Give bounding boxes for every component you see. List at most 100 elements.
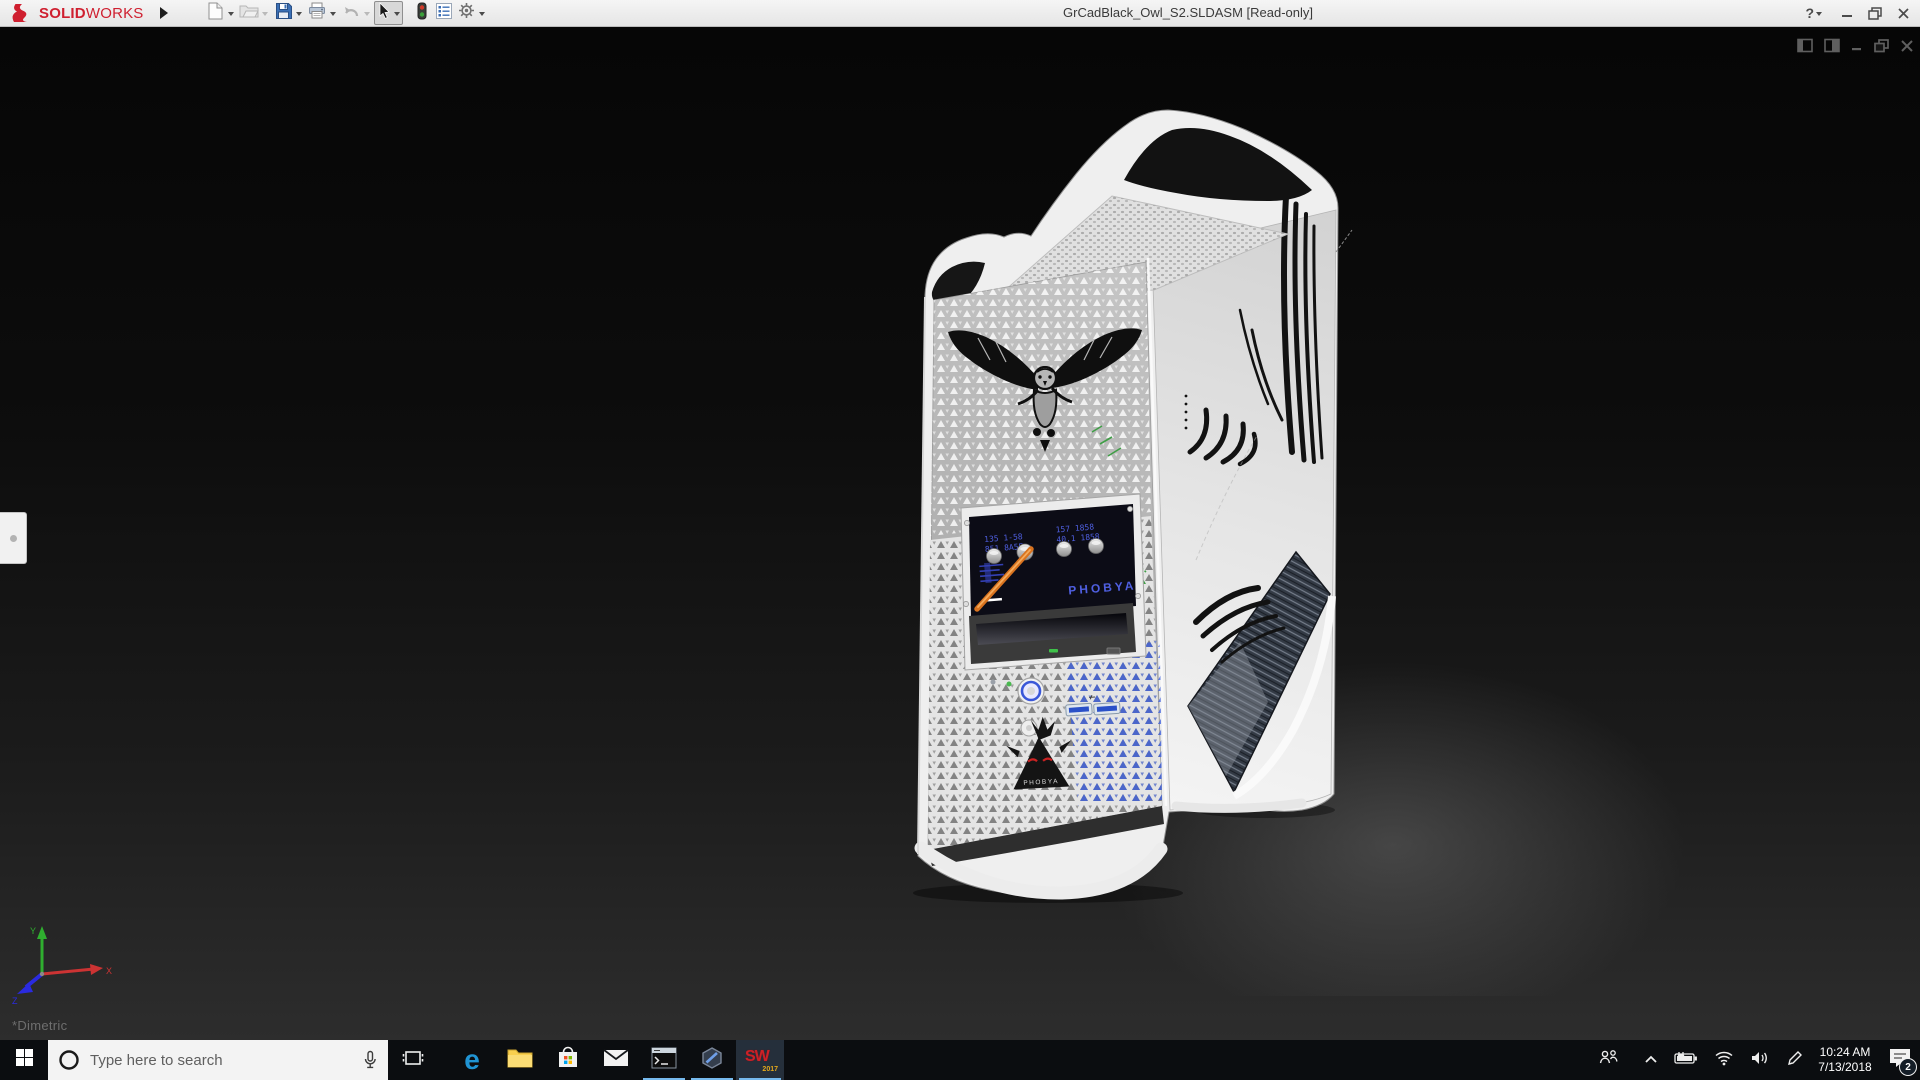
taskbar-item-file-explorer[interactable]: [496, 1040, 544, 1080]
right-skid-foot: [1176, 803, 1302, 808]
dashed-mark-top-right: [1336, 230, 1352, 252]
taskbar: e SW 2017 10:24 AM 7/: [0, 1040, 1920, 1080]
new-dropdown-caret[interactable]: [228, 12, 234, 16]
help-button[interactable]: ?: [1805, 5, 1826, 21]
file-properties-button[interactable]: [433, 2, 455, 24]
search-input[interactable]: [88, 1051, 317, 1070]
orientation-triad[interactable]: Y X Z: [8, 922, 118, 1006]
edge-icon: e: [464, 1046, 480, 1074]
drive-led: [1049, 649, 1058, 653]
options-button[interactable]: [455, 2, 477, 24]
document-window-controls: [1797, 38, 1914, 53]
help-dropdown-caret[interactable]: [1816, 12, 1822, 16]
solidworks-wordmark: SOLIDWORKS: [39, 5, 144, 22]
start-button[interactable]: [0, 1040, 48, 1080]
doc-restore-button[interactable]: [1874, 39, 1889, 53]
rebuild-traffic-light-icon: [416, 2, 428, 25]
svg-text:X: X: [106, 966, 112, 976]
options-dropdown-caret[interactable]: [479, 12, 485, 16]
store-icon: [557, 1046, 579, 1075]
solidworks-app-icon: SW 2017: [745, 1047, 775, 1073]
notification-count-badge: 2: [1899, 1058, 1917, 1076]
print-icon: [308, 2, 326, 24]
model-canvas[interactable]: 135 1-58 851 8A5E 157 1858 40.1 1858 PHO…: [880, 80, 1400, 930]
triad-x-axis: X: [42, 964, 112, 976]
window-close-button[interactable]: [1897, 7, 1910, 20]
open-dropdown-caret[interactable]: [262, 12, 268, 16]
action-center-button[interactable]: 2: [1880, 1040, 1920, 1080]
pane-toggle-icon-right[interactable]: [1824, 38, 1840, 53]
document-title: GrCadBlack_Owl_S2.SLDASM [Read-only]: [1063, 5, 1313, 20]
file-explorer-icon: [507, 1047, 533, 1073]
select-dropdown-caret[interactable]: [394, 12, 400, 16]
wifi-icon: [1714, 1050, 1734, 1071]
taskbar-clock[interactable]: 10:24 AM 7/13/2018: [1812, 1040, 1878, 1080]
eject-button[interactable]: [1107, 648, 1120, 654]
doc-minimize-button[interactable]: [1851, 40, 1863, 52]
taskbar-item-command-prompt[interactable]: [640, 1040, 688, 1080]
rebuild-button[interactable]: [411, 2, 433, 24]
graphics-area[interactable]: 135 1-58 851 8A5E 157 1858 40.1 1858 PHO…: [0, 26, 1920, 1040]
window-minimize-button[interactable]: [1841, 7, 1853, 19]
hdd-led: [1007, 682, 1012, 687]
save-button[interactable]: [272, 2, 294, 24]
tray-expand-button[interactable]: [1638, 1040, 1664, 1080]
window-restore-button[interactable]: [1868, 7, 1882, 20]
select-cursor-icon: [377, 2, 391, 25]
battery-icon: [1674, 1051, 1699, 1070]
open-button[interactable]: [238, 2, 260, 24]
triad-y-axis: Y: [30, 926, 47, 974]
taskbar-item-store[interactable]: [544, 1040, 592, 1080]
chevron-up-icon: [1644, 1051, 1658, 1069]
pane-toggle-icon-left[interactable]: [1797, 38, 1813, 53]
select-tool-button[interactable]: [374, 1, 403, 25]
task-view-button[interactable]: [390, 1040, 436, 1080]
featuremanager-flyout-tab[interactable]: [0, 512, 27, 564]
print-dropdown-caret[interactable]: [330, 12, 336, 16]
print-button[interactable]: [306, 2, 328, 24]
gear-icon: [458, 2, 475, 24]
windows-logo-icon: [16, 1049, 33, 1071]
open-folder-icon: [239, 3, 259, 24]
new-document-icon: [207, 2, 223, 25]
status-led: [991, 680, 996, 685]
windows-ink-button[interactable]: [1780, 1040, 1810, 1080]
save-dropdown-caret[interactable]: [296, 12, 302, 16]
pen-icon: [1786, 1049, 1804, 1072]
network-button[interactable]: [1708, 1040, 1740, 1080]
taskbar-item-edge[interactable]: e: [448, 1040, 496, 1080]
clock-date: 7/13/2018: [1812, 1060, 1878, 1075]
taskbar-item-solidworks[interactable]: SW 2017: [736, 1040, 784, 1080]
triad-z-axis: Z: [12, 974, 42, 1006]
command-prompt-icon: [651, 1047, 677, 1074]
cortana-icon: [58, 1049, 80, 1071]
taskbar-item-composer[interactable]: [688, 1040, 736, 1080]
clock-time: 10:24 AM: [1812, 1045, 1878, 1060]
solidworks-logo: SOLIDWORKS: [10, 1, 144, 25]
solidworks-logo-icon: [10, 3, 36, 23]
new-document-button[interactable]: [204, 2, 226, 24]
hexagon-app-icon: [700, 1046, 724, 1075]
battery-button[interactable]: [1668, 1040, 1704, 1080]
titlebar: SOLIDWORKS GrCadBla: [0, 0, 1920, 27]
microphone-icon[interactable]: [362, 1050, 378, 1070]
view-orientation-label: *Dimetric: [12, 1018, 67, 1033]
task-view-icon: [402, 1049, 424, 1072]
help-icon: ?: [1805, 5, 1814, 21]
flyout-tab-dot: [10, 535, 17, 542]
undo-button[interactable]: [340, 2, 362, 24]
mail-icon: [603, 1049, 629, 1072]
volume-button[interactable]: [1744, 1040, 1776, 1080]
taskbar-item-mail[interactable]: [592, 1040, 640, 1080]
undo-icon: [342, 3, 360, 24]
menu-flyout-arrow[interactable]: [160, 7, 168, 19]
save-floppy-icon: [275, 2, 292, 24]
side-panel[interactable]: [1152, 196, 1336, 810]
taskbar-search-box[interactable]: [48, 1040, 388, 1080]
pc-case-model[interactable]: 135 1-58 851 8A5E 157 1858 40.1 1858 PHO…: [880, 80, 1400, 930]
fan-controller-lcd[interactable]: 135 1-58 851 8A5E 157 1858 40.1 1858 PHO…: [961, 494, 1146, 670]
front-mesh-blue-zone: [1066, 640, 1162, 806]
doc-close-button[interactable]: [1900, 39, 1914, 53]
people-button[interactable]: [1592, 1040, 1626, 1080]
undo-dropdown-caret[interactable]: [364, 12, 370, 16]
